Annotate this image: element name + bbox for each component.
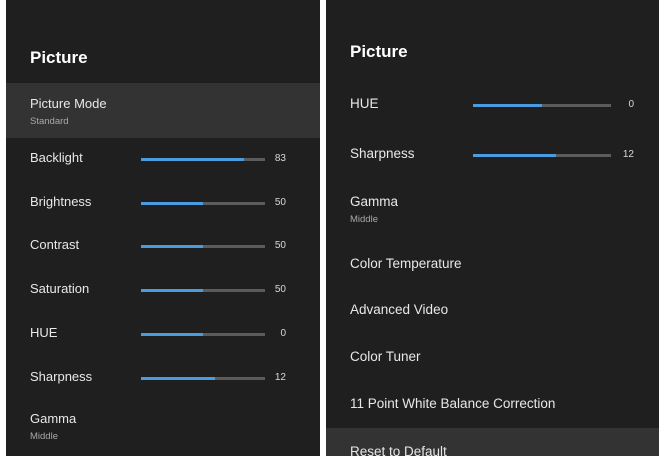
picture-settings-panel-left: Picture Picture Mode Standard Backlight …	[6, 0, 320, 456]
brightness-value: 50	[274, 197, 286, 208]
hue-item[interactable]: HUE 0	[6, 325, 320, 340]
white-balance-item[interactable]: 11 Point White Balance Correction	[326, 396, 659, 411]
slider-fill	[141, 245, 203, 248]
page-title: Picture	[30, 48, 88, 67]
sharpness-slider[interactable]	[141, 377, 265, 380]
gamma-value: Middle	[30, 431, 58, 442]
backlight-item[interactable]: Backlight 83	[6, 150, 320, 165]
slider-fill	[141, 202, 203, 205]
hue-item[interactable]: HUE 0	[326, 96, 659, 111]
hue-value: 0	[280, 328, 286, 339]
slider-fill	[141, 158, 244, 161]
slider-fill	[141, 289, 203, 292]
picture-mode-item[interactable]: Picture Mode Standard	[6, 83, 320, 138]
picture-mode-value: Standard	[30, 116, 69, 127]
hue-slider[interactable]	[473, 104, 611, 107]
backlight-slider[interactable]	[141, 158, 265, 161]
color-temperature-item[interactable]: Color Temperature	[326, 256, 659, 271]
slider-fill	[473, 154, 556, 157]
picture-settings-panel-right: Picture HUE 0 Sharpness 12 Gamma Middle …	[326, 0, 659, 456]
advanced-video-item[interactable]: Advanced Video	[326, 302, 659, 317]
gamma-item[interactable]: Gamma Middle	[6, 411, 320, 442]
sharpness-slider[interactable]	[473, 154, 611, 157]
reset-to-default-label: Reset to Default	[350, 444, 447, 456]
gamma-label: Gamma	[30, 411, 77, 426]
saturation-slider[interactable]	[141, 289, 265, 292]
brightness-slider[interactable]	[141, 202, 265, 205]
contrast-slider[interactable]	[141, 245, 265, 248]
gamma-label: Gamma	[350, 194, 399, 209]
sharpness-value: 12	[622, 149, 634, 160]
white-balance-label: 11 Point White Balance Correction	[350, 396, 556, 411]
sharpness-item[interactable]: Sharpness 12	[6, 369, 320, 384]
slider-fill	[141, 333, 203, 336]
brightness-item[interactable]: Brightness 50	[6, 194, 320, 209]
gamma-item[interactable]: Gamma Middle	[326, 194, 659, 225]
color-tuner-label: Color Tuner	[350, 349, 421, 364]
gamma-value: Middle	[350, 214, 378, 225]
contrast-value: 50	[274, 240, 286, 251]
sharpness-value: 12	[274, 372, 286, 383]
hue-slider[interactable]	[141, 333, 265, 336]
contrast-item[interactable]: Contrast 50	[6, 237, 320, 252]
hue-value: 0	[628, 99, 634, 110]
page-title: Picture	[350, 42, 408, 61]
color-temperature-label: Color Temperature	[350, 256, 462, 271]
color-tuner-item[interactable]: Color Tuner	[326, 349, 659, 364]
advanced-video-label: Advanced Video	[350, 302, 449, 317]
sharpness-item[interactable]: Sharpness 12	[326, 146, 659, 161]
saturation-item[interactable]: Saturation 50	[6, 281, 320, 296]
picture-mode-label: Picture Mode	[30, 96, 107, 111]
reset-to-default-item[interactable]: Reset to Default	[326, 428, 659, 456]
slider-fill	[141, 377, 216, 380]
slider-fill	[473, 104, 542, 107]
backlight-value: 83	[274, 153, 286, 164]
saturation-value: 50	[274, 284, 286, 295]
